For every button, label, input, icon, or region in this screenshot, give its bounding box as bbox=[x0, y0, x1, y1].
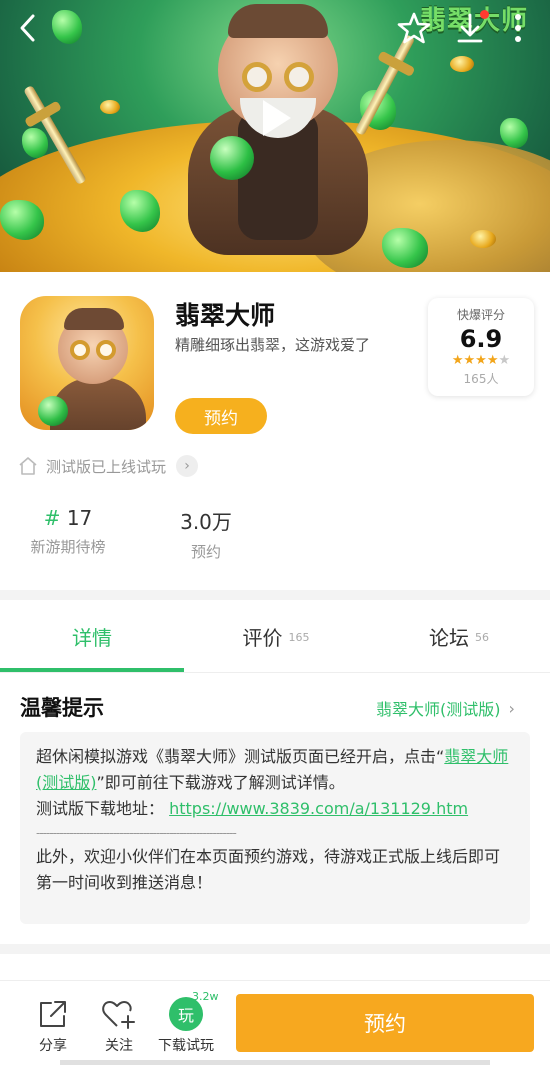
rank-value: 17 bbox=[66, 506, 93, 530]
more-menu-button[interactable] bbox=[496, 8, 540, 48]
app-title: 翡翠大师 bbox=[175, 301, 276, 330]
jade-decoration bbox=[22, 128, 48, 158]
beta-version-text: 测试版已上线试玩 bbox=[46, 457, 167, 476]
chevron-right-icon: › bbox=[508, 698, 515, 718]
tab-forum[interactable]: 论坛 56 bbox=[368, 600, 550, 672]
rating-score: 6.9 bbox=[459, 325, 503, 353]
tab-count: 56 bbox=[475, 630, 489, 644]
back-arrow-icon bbox=[20, 14, 35, 42]
tab-label: 论坛 bbox=[429, 625, 469, 650]
video-play-icon[interactable] bbox=[263, 100, 291, 136]
share-icon bbox=[40, 1001, 66, 1027]
app-tagline: 精雕细琢出翡翠，这游戏爱了 bbox=[175, 336, 371, 354]
rank-label: 新游期待榜 bbox=[30, 538, 106, 556]
notice-divider: ----------------------------------------… bbox=[36, 826, 237, 840]
tab-bar-border bbox=[0, 672, 550, 673]
more-vertical-icon bbox=[515, 14, 521, 42]
star-icon: ★ bbox=[486, 353, 499, 368]
download-trial-label: 下载试玩 bbox=[158, 1038, 214, 1054]
favorite-button[interactable] bbox=[392, 8, 436, 48]
rank-stat[interactable]: # 17 新游期待榜 bbox=[20, 506, 116, 557]
notification-dot bbox=[480, 10, 489, 19]
app-info-section: 翡翠大师 精雕细琢出翡翠，这游戏爱了 预约 快爆评分 6.9 ★★★★★ 165… bbox=[0, 272, 550, 590]
share-label: 分享 bbox=[39, 1038, 67, 1054]
tab-details[interactable]: 详情 bbox=[0, 600, 184, 672]
app-icon bbox=[20, 296, 154, 430]
nav-handle bbox=[60, 1060, 490, 1065]
notice-text: 超休闲模拟游戏《翡翠大师》测试版页面已经开启，点击“ bbox=[36, 747, 445, 766]
coin-decoration bbox=[100, 100, 120, 114]
rating-count: 165人 bbox=[463, 372, 499, 386]
notice-text: 此外，欢迎小伙伴们在本页面预约游戏，待游戏正式版上线后即可第一时间收到推送消息！ bbox=[36, 847, 501, 892]
tab-bar: 详情 评价 165 论坛 56 bbox=[0, 600, 550, 674]
reserve-main-button[interactable]: 预约 bbox=[236, 994, 534, 1052]
star-icon: ★ bbox=[451, 353, 464, 368]
chevron-right-icon: › bbox=[176, 455, 199, 477]
tab-label: 评价 bbox=[242, 625, 283, 650]
jade-decoration bbox=[500, 118, 528, 148]
reserve-count-value: 3.0万 bbox=[180, 510, 232, 534]
rating-stars: ★★★★★ bbox=[428, 353, 534, 369]
jade-decoration bbox=[52, 10, 82, 44]
rating-label: 快爆评分 bbox=[456, 308, 505, 322]
hash-icon: # bbox=[43, 506, 61, 530]
coin-decoration bbox=[470, 230, 496, 248]
coin-decoration bbox=[450, 56, 474, 72]
beta-page-link[interactable]: 翡翠大师(测试版) › bbox=[376, 696, 515, 720]
notice-text: ”即可前往下载游戏了解测试详情。 bbox=[96, 773, 345, 792]
section-divider bbox=[0, 590, 550, 600]
character-illustration bbox=[168, 4, 388, 270]
tab-label: 详情 bbox=[72, 625, 112, 650]
reserve-count-label: 预约 bbox=[190, 543, 221, 561]
share-button[interactable]: 分享 bbox=[26, 997, 80, 1055]
reserve-count-stat: 3.0万 预约 bbox=[168, 506, 244, 562]
follow-label: 关注 bbox=[105, 1038, 133, 1054]
star-icon: ★ bbox=[498, 353, 511, 368]
follow-button[interactable]: 关注 bbox=[92, 997, 146, 1055]
notice-content: 超休闲模拟游戏《翡翠大师》测试版页面已经开启，点击“翡翠大师(测试版)”即可前往… bbox=[20, 732, 530, 924]
house-icon bbox=[19, 457, 37, 475]
beta-page-link-text: 翡翠大师(测试版) bbox=[376, 700, 501, 719]
rating-card[interactable]: 快爆评分 6.9 ★★★★★ 165人 bbox=[428, 298, 534, 396]
star-icon: ★ bbox=[475, 353, 487, 368]
tab-reviews[interactable]: 评价 165 bbox=[184, 600, 368, 672]
notice-title: 温馨提示 bbox=[20, 696, 104, 720]
download-trial-button[interactable]: 玩 下载试玩 bbox=[154, 997, 218, 1055]
beta-version-link[interactable]: 测试版已上线试玩 › bbox=[18, 452, 199, 480]
app-detail-page: 翡翠大师 翡翠大师 精雕细琢出翡翠，这游戏爱了 预约 快爆评分 6.9 ★★★★… bbox=[0, 0, 550, 1065]
download-url-link[interactable]: https://www.3839.com/a/131129.htm bbox=[169, 799, 468, 818]
back-button[interactable] bbox=[6, 8, 50, 48]
reserve-button[interactable]: 预约 bbox=[175, 398, 267, 434]
download-count-badge: 3.2w bbox=[192, 990, 219, 1003]
notice-text: 测试版下载地址： bbox=[36, 799, 165, 818]
tab-count: 165 bbox=[288, 630, 310, 644]
star-outline-icon bbox=[397, 12, 431, 44]
heart-plus-icon bbox=[102, 1001, 135, 1029]
star-icon: ★ bbox=[463, 353, 476, 368]
section-divider bbox=[0, 944, 550, 954]
